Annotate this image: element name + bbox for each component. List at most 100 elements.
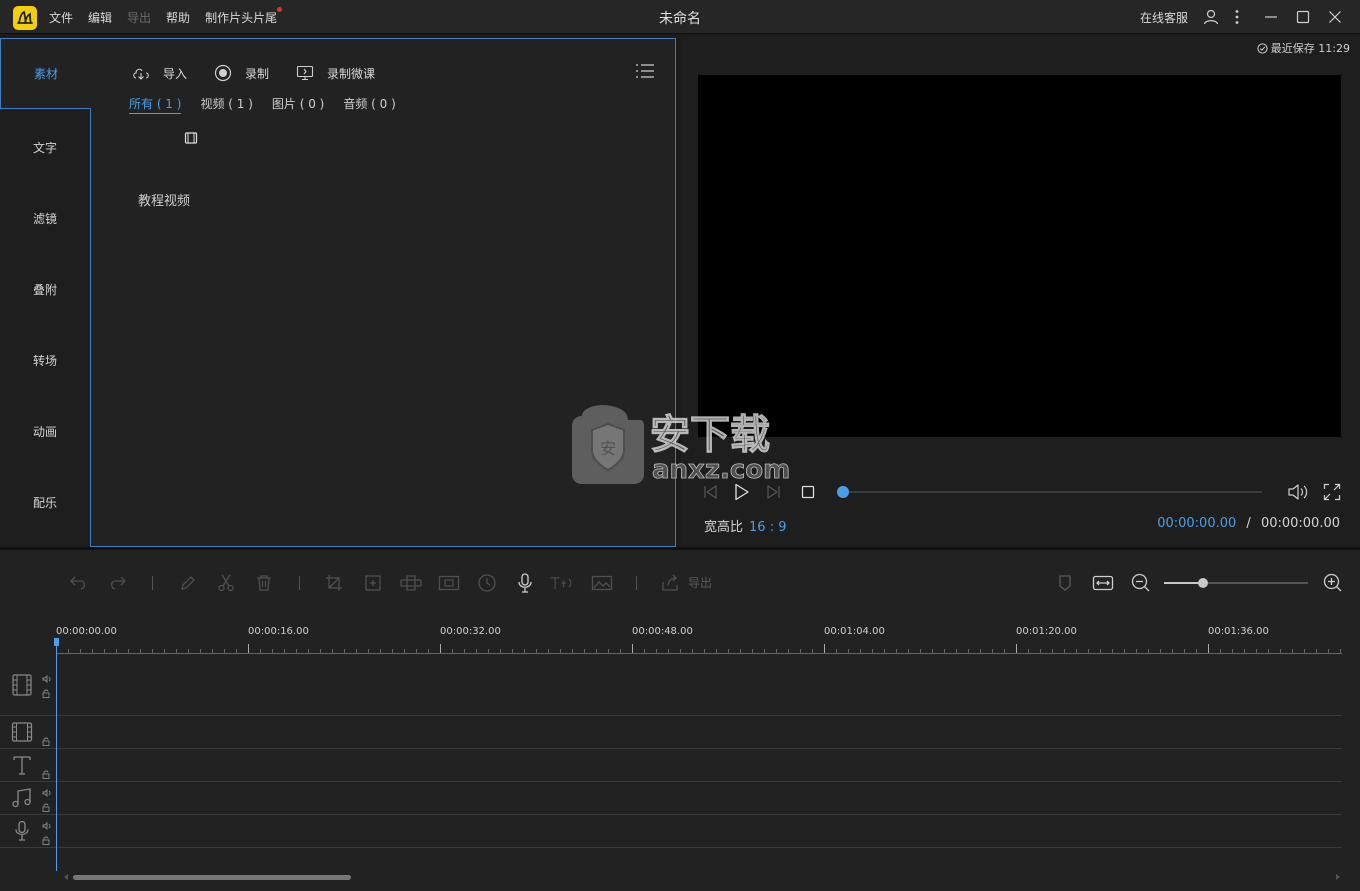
- toolbar-divider: [636, 576, 637, 590]
- zoom-in-icon[interactable]: [1321, 571, 1345, 595]
- text-track[interactable]: [0, 749, 1342, 782]
- text-to-speech-icon[interactable]: [550, 571, 574, 595]
- record-button[interactable]: 录制: [213, 63, 269, 83]
- export-label[interactable]: 导出: [688, 574, 712, 591]
- image-replace-icon[interactable]: [590, 571, 614, 595]
- marker-icon[interactable]: [1053, 571, 1077, 595]
- menu-make-intro-outro-label: 制作片头片尾: [205, 11, 278, 25]
- filter-tab-image[interactable]: 图片 ( 0 ): [272, 95, 324, 114]
- overlay-track-icon: [11, 721, 33, 746]
- scrollbar-thumb[interactable]: [73, 875, 351, 880]
- undo-icon[interactable]: [67, 571, 91, 595]
- menu-edit[interactable]: 编辑: [88, 9, 112, 26]
- playback-progress-track[interactable]: [842, 491, 1262, 493]
- crop-icon[interactable]: [322, 571, 346, 595]
- title-bar: 文件 编辑 导出 帮助 制作片头片尾 未命名 在线客服: [0, 0, 1360, 34]
- media-filter-tabs: 所有 ( 1 ) 视频 ( 1 ) 图片 ( 0 ) 音频 ( 0 ): [129, 95, 415, 114]
- online-service-link[interactable]: 在线客服: [1140, 9, 1188, 26]
- speed-clock-icon[interactable]: [475, 571, 499, 595]
- maximize-icon[interactable]: [1292, 6, 1314, 28]
- record-icon: [213, 63, 233, 83]
- freeze-frame-icon[interactable]: [437, 571, 461, 595]
- filter-tab-video[interactable]: 视频 ( 1 ): [200, 95, 252, 114]
- aspect-ratio-label: 宽高比: [704, 520, 744, 535]
- volume-icon[interactable]: [1287, 480, 1309, 504]
- music-track-icon: [11, 787, 33, 812]
- sidebar-item-music[interactable]: 配乐: [0, 467, 90, 538]
- media-item-label[interactable]: 教程视频: [138, 190, 190, 209]
- filter-tab-all[interactable]: 所有 ( 1 ): [129, 95, 182, 114]
- playback-progress-thumb[interactable]: [837, 486, 849, 498]
- close-icon[interactable]: [1324, 6, 1346, 28]
- cut-scissors-icon[interactable]: [214, 571, 238, 595]
- menu-help[interactable]: 帮助: [166, 9, 190, 26]
- menu-file[interactable]: 文件: [49, 9, 73, 26]
- last-saved-text: 最近保存 11:29: [1270, 42, 1350, 55]
- record-lesson-button[interactable]: 录制微课: [295, 63, 375, 83]
- more-vertical-icon[interactable]: [1232, 6, 1242, 28]
- sidebar-item-transitions[interactable]: 转场: [0, 325, 90, 396]
- video-thumbnail-icon[interactable]: [184, 131, 198, 148]
- timeline-ruler[interactable]: 00:00:00.00 00:00:16.00 00:00:32.00 00:0…: [56, 622, 1342, 654]
- minimize-icon[interactable]: [1260, 6, 1282, 28]
- zoom-slider-thumb[interactable]: [1197, 578, 1208, 588]
- track-lock-icon[interactable]: [42, 834, 50, 848]
- overlay-track[interactable]: [0, 716, 1342, 749]
- menu-make-intro-outro[interactable]: 制作片头片尾: [205, 7, 283, 26]
- window-controls: 在线客服: [1140, 0, 1360, 34]
- sidebar-item-media[interactable]: 素材: [0, 38, 91, 109]
- sidebar-item-animations[interactable]: 动画: [0, 396, 90, 467]
- import-icon: [131, 63, 151, 83]
- export-icon[interactable]: [658, 571, 682, 595]
- delete-trash-icon[interactable]: [252, 571, 276, 595]
- text-track-icon: [11, 754, 33, 779]
- time-separator: /: [1246, 516, 1251, 531]
- filter-tab-audio[interactable]: 音频 ( 0 ): [343, 95, 395, 114]
- sidebar-item-overlays[interactable]: 叠附: [0, 254, 90, 325]
- track-volume-icon[interactable]: [42, 672, 52, 686]
- fit-timeline-icon[interactable]: [1091, 571, 1115, 595]
- video-track[interactable]: [0, 655, 1342, 716]
- user-icon[interactable]: [1200, 6, 1222, 28]
- track-volume-icon[interactable]: [42, 819, 52, 833]
- voice-track[interactable]: [0, 815, 1342, 848]
- current-time: 00:00:00.00: [1157, 516, 1237, 531]
- fullscreen-icon[interactable]: [1321, 480, 1343, 504]
- toolbar-divider: [152, 576, 153, 590]
- sidebar-item-text[interactable]: 文字: [0, 112, 90, 183]
- mosaic-icon[interactable]: [399, 571, 423, 595]
- stop-icon[interactable]: [797, 480, 819, 504]
- ruler-label: 00:00:00.00: [56, 626, 117, 637]
- scroll-right-icon[interactable]: [1334, 872, 1342, 882]
- track-volume-icon[interactable]: [42, 786, 52, 800]
- music-track[interactable]: [0, 782, 1342, 815]
- import-button[interactable]: 导入: [131, 63, 187, 83]
- ruler-baseline: [56, 653, 1342, 654]
- redo-icon[interactable]: [105, 571, 129, 595]
- edit-pencil-icon[interactable]: [176, 571, 200, 595]
- menu-export[interactable]: 导出: [127, 9, 151, 26]
- list-view-icon[interactable]: [635, 63, 655, 82]
- preview-screen[interactable]: [698, 75, 1341, 437]
- toolbar-divider: [299, 576, 300, 590]
- zoom-out-icon[interactable]: [1129, 571, 1153, 595]
- media-toolbar: 导入 录制 录制微课: [131, 63, 401, 83]
- last-saved-note: 最近保存 11:29: [1257, 40, 1350, 56]
- aspect-ratio-value[interactable]: 16 : 9: [749, 520, 786, 535]
- scroll-left-icon[interactable]: [62, 872, 70, 882]
- track-lock-icon[interactable]: [42, 687, 50, 701]
- sidebar-item-filters[interactable]: 滤镜: [0, 183, 90, 254]
- playhead[interactable]: [56, 642, 57, 871]
- track-lock-icon[interactable]: [42, 801, 50, 815]
- ruler-label: 00:00:32.00: [440, 626, 501, 637]
- track-lock-icon[interactable]: [42, 735, 50, 749]
- track-header: [0, 749, 56, 781]
- resize-frame-icon[interactable]: [361, 571, 385, 595]
- timeline-panel: 导出 00:00:00.00 00:00:16.00 00:00:32.00 0…: [0, 550, 1360, 891]
- track-lock-icon[interactable]: [42, 768, 50, 782]
- app-logo-icon[interactable]: [13, 6, 37, 30]
- total-time: 00:00:00.00: [1260, 516, 1340, 531]
- track-header: [0, 815, 56, 847]
- timeline-horizontal-scrollbar[interactable]: [62, 872, 1342, 882]
- voiceover-mic-icon[interactable]: [513, 571, 537, 595]
